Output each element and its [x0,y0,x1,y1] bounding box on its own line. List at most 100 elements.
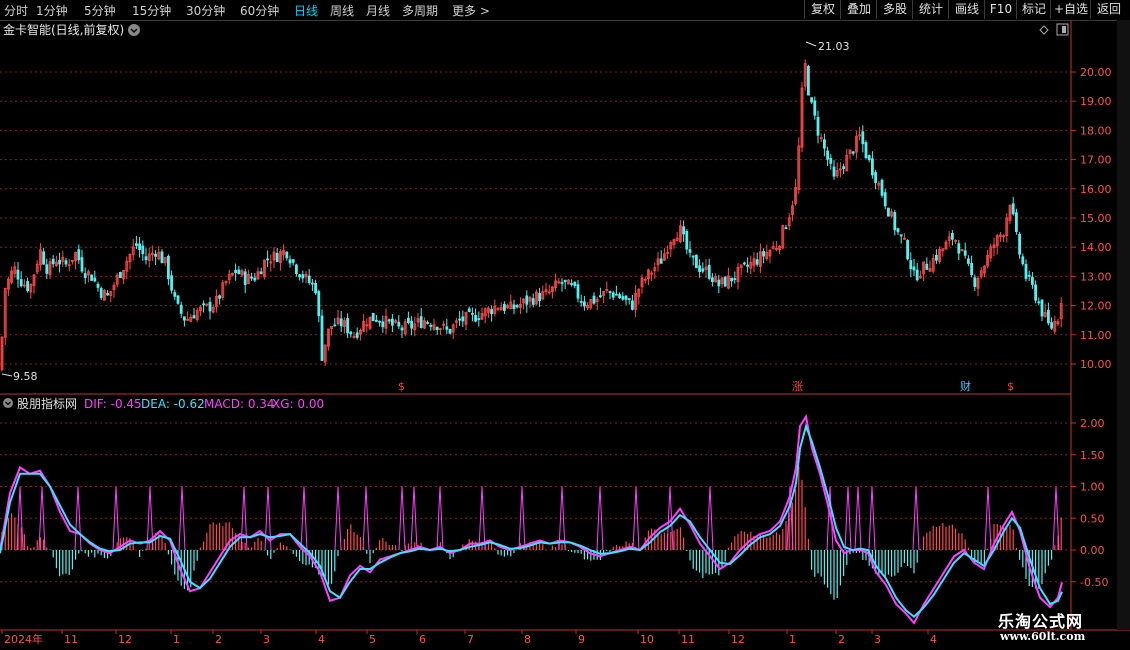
candle-body [80,257,84,272]
candle-body [77,249,81,261]
indicator-dropdown-icon[interactable] [3,398,13,408]
x-axis-label: 4 [930,633,937,646]
x-axis-label: 2024年 [4,632,43,646]
dif-label: DIF: -0.45 [84,397,142,411]
candle-body [1021,256,1025,265]
candle-body [339,318,343,327]
candle-body [310,282,314,285]
candle-body [563,279,567,283]
candle-body [429,324,433,327]
candle-body [762,251,765,257]
candle-body [119,272,122,278]
event-marker[interactable]: $ [398,380,405,393]
candle-body [723,276,727,287]
candle-body [477,318,481,320]
candle-body [899,234,903,237]
candle-body [951,232,954,240]
candle-body [285,251,289,259]
candle-body [823,139,826,149]
candle-body [717,279,721,287]
x-axis-label: 12 [731,633,745,646]
candle-body [307,275,311,283]
candle-body [202,303,206,306]
candle-body [291,259,295,263]
candle-body [1027,274,1031,277]
candle-body [615,293,618,296]
stock-chart[interactable]: 20.0019.0018.0017.0016.0015.0014.0013.00… [0,0,1130,650]
candle-body [957,243,961,254]
candle-body [93,277,97,282]
candle-body [467,308,471,313]
candle-body [871,158,874,176]
price-tick-label: 20.00 [1080,66,1112,79]
candle-body [682,226,685,235]
candle-body [426,322,430,324]
x-axis-label: 2 [215,633,222,646]
candle-body [42,251,45,265]
x-axis-label: 10 [640,633,654,646]
candle-body [182,316,186,321]
candle-body [179,304,183,314]
candle-body [154,253,158,257]
candle-body [707,264,711,279]
candle-body [816,117,820,136]
candle-body [19,279,23,287]
candle-body [576,284,580,299]
diamond-icon[interactable] [1039,25,1049,35]
price-tick-label: 11.00 [1080,329,1112,342]
candle-body [935,254,938,261]
candle-body [1015,212,1018,232]
candle-body [573,281,577,286]
candle-body [963,250,967,256]
candle-body [701,268,705,272]
candle-body [851,151,855,154]
candle-body [784,227,788,230]
event-marker[interactable]: 财 [960,379,971,393]
indicator-tick-label: 1.00 [1080,481,1105,494]
candle-body [16,269,20,280]
price-tick-label: 17.00 [1080,154,1112,167]
x-axis-label: 11 [64,633,78,646]
candle-body [970,262,973,275]
x-axis-label: 2 [838,633,845,646]
candle-body [259,271,263,275]
candle-body [909,260,913,270]
candle-body [906,240,909,260]
candle-body [371,312,375,322]
candle-body [45,264,49,274]
candle-body [83,273,87,279]
candle-body [502,303,506,311]
candle-body [317,291,321,317]
candle-body [611,292,615,298]
candle-body [435,326,439,331]
window-toggle-inner-icon [1062,26,1066,33]
candle-body [861,131,865,145]
candle-body [711,277,714,283]
candle-body [874,172,877,183]
x-axis-label: 12 [118,633,132,646]
candle-body [755,259,759,265]
candle-body [829,157,833,164]
low-pointer-icon [1,373,13,377]
candle-body [538,293,541,302]
candle-body [631,300,634,310]
right-side-panel [1117,20,1130,630]
price-tick-label: 13.00 [1080,270,1112,283]
candle-body [51,258,55,265]
low-price-label: 9.58 [13,370,38,383]
candle-body [458,318,462,321]
event-marker[interactable]: $ [1007,380,1014,393]
candle-body [807,65,810,96]
candle-body [234,269,238,274]
title-dropdown-icon[interactable] [128,24,140,36]
candle-body [387,319,391,322]
candle-body [400,327,404,331]
indicator-tick-label: -0.50 [1080,576,1108,589]
candle-body [896,228,900,233]
candle-body [141,245,145,255]
candle-body [390,318,394,326]
main-chart-title: 金卡智能(日线,前复权) [3,22,124,37]
indicator-tick-label: 1.50 [1080,449,1105,462]
candle-body [250,276,254,279]
event-marker[interactable]: 涨 [792,380,803,393]
